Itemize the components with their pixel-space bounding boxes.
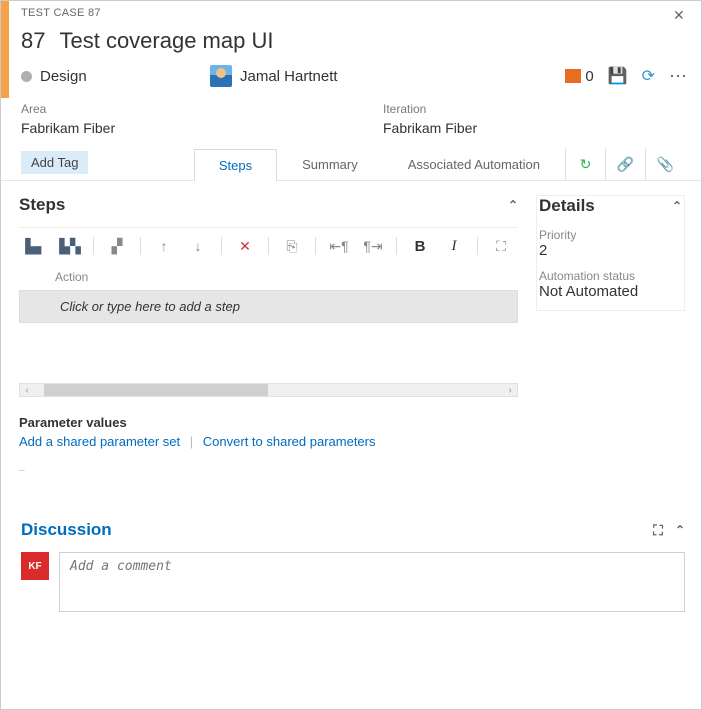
insert-step-icon[interactable]: ▙▖ bbox=[21, 232, 51, 260]
collapse-steps-icon[interactable]: ⌃ bbox=[508, 198, 518, 212]
work-item-type-label: TEST CASE 87 bbox=[21, 7, 101, 24]
scroll-left-icon[interactable]: ‹ bbox=[20, 385, 34, 396]
separator bbox=[477, 237, 478, 255]
separator: | bbox=[190, 434, 193, 449]
tab-steps[interactable]: Steps bbox=[194, 149, 277, 181]
iteration-label: Iteration bbox=[383, 102, 685, 116]
separator bbox=[93, 237, 94, 255]
move-up-icon[interactable]: ↑ bbox=[149, 232, 179, 260]
separator bbox=[140, 237, 141, 255]
fullscreen-discussion-icon[interactable]: ⛶ bbox=[653, 522, 663, 539]
discussion-count[interactable]: 0 bbox=[565, 68, 593, 85]
attach-icon[interactable]: ⎘ bbox=[277, 232, 307, 260]
steps-toolbar: ▙▖ ▙▚ ▞ ↑ ↓ ✕ ⎘ ⇤¶ ¶⇥ B I ⛶ bbox=[19, 227, 518, 264]
attachments-icon[interactable]: 📎 bbox=[645, 148, 685, 180]
state-dot-icon bbox=[21, 71, 32, 82]
action-column-header: Action bbox=[19, 264, 518, 288]
current-user-avatar: KF bbox=[21, 552, 49, 580]
steps-section-title: Steps bbox=[19, 195, 65, 215]
comment-count-value: 0 bbox=[585, 68, 593, 85]
work-item-id: 87 bbox=[21, 28, 45, 54]
add-shared-parameter-link[interactable]: Add a shared parameter set bbox=[19, 434, 180, 449]
save-icon[interactable]: 💾 bbox=[608, 66, 628, 86]
separator bbox=[315, 237, 316, 255]
indent-icon[interactable]: ¶⇥ bbox=[358, 232, 388, 260]
details-section-title: Details bbox=[539, 196, 595, 216]
work-item-title[interactable]: Test coverage map UI bbox=[59, 28, 273, 54]
assignee-picker[interactable]: Jamal Hartnett bbox=[209, 64, 339, 88]
comment-bubble-icon bbox=[565, 69, 581, 83]
create-shared-steps-icon[interactable]: ▞ bbox=[102, 232, 132, 260]
italic-icon[interactable]: I bbox=[439, 232, 469, 260]
move-down-icon[interactable]: ↓ bbox=[183, 232, 213, 260]
add-tag-button[interactable]: Add Tag bbox=[21, 151, 88, 174]
delete-step-icon[interactable]: ✕ bbox=[230, 232, 260, 260]
automation-status-label: Automation status bbox=[537, 269, 684, 283]
insert-shared-step-icon[interactable]: ▙▚ bbox=[55, 232, 85, 260]
avatar-icon bbox=[210, 65, 232, 87]
collapse-details-icon[interactable]: ⌃ bbox=[672, 199, 682, 213]
close-icon[interactable]: ✕ bbox=[669, 7, 689, 24]
separator bbox=[268, 237, 269, 255]
collapse-discussion-icon[interactable]: ⌃ bbox=[675, 523, 685, 537]
history-icon[interactable]: ↻ bbox=[565, 148, 605, 180]
state-label: Design bbox=[40, 68, 87, 85]
fullscreen-steps-icon[interactable]: ⛶ bbox=[486, 232, 516, 260]
tab-summary[interactable]: Summary bbox=[277, 148, 383, 180]
comment-input[interactable] bbox=[59, 552, 685, 612]
tab-associated-automation[interactable]: Associated Automation bbox=[383, 148, 565, 180]
discussion-section-title: Discussion bbox=[21, 520, 112, 540]
convert-shared-parameters-link[interactable]: Convert to shared parameters bbox=[203, 434, 376, 449]
links-icon[interactable]: 🔗 bbox=[605, 148, 645, 180]
priority-value[interactable]: 2 bbox=[537, 242, 684, 269]
tab-bar: Steps Summary Associated Automation ↻ 🔗 … bbox=[194, 148, 685, 180]
outdent-icon[interactable]: ⇤¶ bbox=[324, 232, 354, 260]
area-value[interactable]: Fabrikam Fiber bbox=[21, 120, 323, 136]
refresh-icon[interactable]: ⟳ bbox=[642, 66, 655, 86]
automation-status-value[interactable]: Not Automated bbox=[537, 283, 684, 310]
parameter-values-title: Parameter values bbox=[19, 415, 518, 430]
add-step-input[interactable]: Click or type here to add a step bbox=[19, 290, 518, 323]
scrollbar-thumb[interactable] bbox=[44, 384, 268, 396]
bold-icon[interactable]: B bbox=[405, 232, 435, 260]
horizontal-scrollbar[interactable]: ‹ › bbox=[19, 383, 518, 397]
area-label: Area bbox=[21, 102, 323, 116]
accent-strip bbox=[1, 1, 9, 98]
priority-label: Priority bbox=[537, 228, 684, 242]
assignee-name: Jamal Hartnett bbox=[240, 68, 338, 85]
minor-separator: – bbox=[19, 465, 518, 476]
more-actions-icon[interactable]: ⋯ bbox=[669, 66, 689, 87]
separator bbox=[396, 237, 397, 255]
scroll-right-icon[interactable]: › bbox=[503, 385, 517, 396]
iteration-value[interactable]: Fabrikam Fiber bbox=[383, 120, 685, 136]
separator bbox=[221, 237, 222, 255]
state-picker[interactable]: Design bbox=[21, 68, 201, 85]
